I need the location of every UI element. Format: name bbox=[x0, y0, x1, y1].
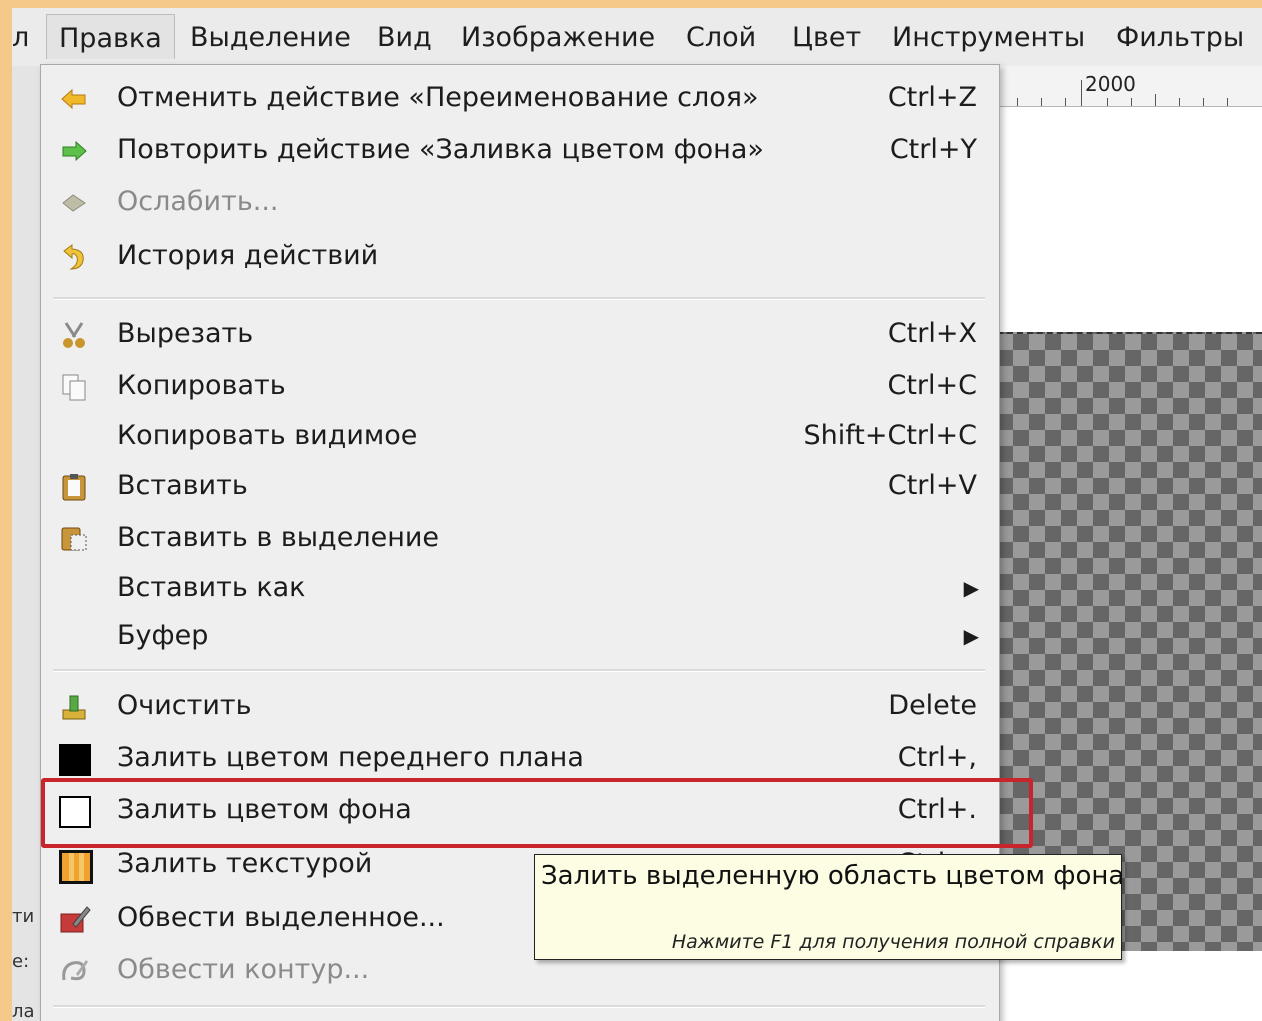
ruler-label: 2000 bbox=[1085, 72, 1136, 96]
panel-label-fragment: е: bbox=[12, 951, 30, 972]
menu-item-cut[interactable]: Вырезать Ctrl+X bbox=[41, 309, 999, 359]
canvas-area[interactable] bbox=[997, 107, 1262, 332]
menu-file-fragment[interactable]: л bbox=[12, 18, 41, 58]
submenu-arrow-icon: ▶ bbox=[963, 576, 979, 600]
menu-item-fill-fg[interactable]: Залить цветом переднего плана Ctrl+, bbox=[41, 733, 999, 783]
menu-item-shortcut: Ctrl+Y bbox=[889, 134, 977, 165]
menubar: л Правка Выделение Вид Изображение Слой … bbox=[12, 8, 1262, 67]
menu-item-label: Вставить как bbox=[117, 572, 306, 603]
menu-item-history[interactable]: История действий bbox=[41, 231, 999, 281]
stroke-selection-icon bbox=[59, 904, 91, 934]
menu-item-label: Ослабить... bbox=[117, 186, 279, 217]
menu-image[interactable]: Изображение bbox=[449, 18, 667, 58]
menu-item-shortcut: Ctrl+Z bbox=[887, 82, 977, 113]
menu-item-label: Залить цветом переднего плана bbox=[117, 742, 584, 773]
tooltip: Залить выделенную область цветом фона На… bbox=[534, 854, 1125, 960]
menu-layer[interactable]: Слой bbox=[674, 18, 768, 58]
app-window: л Правка Выделение Вид Изображение Слой … bbox=[12, 8, 1262, 1021]
menu-view[interactable]: Вид bbox=[365, 18, 444, 58]
stroke-path-icon bbox=[59, 956, 89, 986]
highlight-annotation-box bbox=[41, 778, 1033, 848]
tooltip-hint: Нажмите F1 для получения полной справки bbox=[671, 931, 1115, 953]
menu-item-shortcut: Ctrl+, bbox=[897, 742, 977, 773]
menu-item-label: Повторить действие «Заливка цветом фона» bbox=[117, 134, 764, 165]
paste-into-icon bbox=[59, 524, 89, 554]
menu-item-fade[interactable]: Ослабить... bbox=[41, 177, 999, 227]
undo-icon bbox=[59, 84, 89, 114]
menu-item-copy-visible[interactable]: Копировать видимое Shift+Ctrl+C bbox=[41, 411, 999, 461]
menu-item-label: Вставить bbox=[117, 470, 248, 501]
tooltip-text: Залить выделенную область цветом фона bbox=[541, 861, 1125, 891]
menu-edit[interactable]: Правка bbox=[46, 14, 175, 59]
horizontal-ruler[interactable]: 2000 bbox=[997, 66, 1262, 107]
panel-label-fragment: ти bbox=[12, 906, 35, 927]
clear-icon bbox=[59, 692, 89, 722]
menu-item-paste-into[interactable]: Вставить в выделение bbox=[41, 513, 999, 563]
menu-item-paste[interactable]: Вставить Ctrl+V bbox=[41, 461, 999, 511]
history-icon bbox=[59, 242, 89, 272]
menu-item-label: История действий bbox=[117, 240, 379, 271]
toolbox-panel: ти е: ла bbox=[12, 66, 43, 1021]
menu-select[interactable]: Выделение bbox=[178, 18, 363, 58]
menu-item-label: Буфер bbox=[117, 620, 209, 651]
menu-item-copy[interactable]: Копировать Ctrl+C bbox=[41, 361, 999, 411]
menu-tools[interactable]: Инструменты bbox=[880, 18, 1097, 58]
menu-item-shortcut: Ctrl+C bbox=[887, 370, 977, 401]
menu-item-undo[interactable]: Отменить действие «Переименование слоя» … bbox=[41, 73, 999, 123]
menu-item-shortcut: Shift+Ctrl+C bbox=[803, 420, 977, 451]
menu-item-label: Очистить bbox=[117, 690, 252, 721]
menu-item-buffer[interactable]: Буфер ▶ bbox=[41, 611, 999, 661]
menu-item-label: Вырезать bbox=[117, 318, 254, 349]
menu-filters[interactable]: Фильтры bbox=[1104, 18, 1256, 58]
menu-item-label: Вставить в выделение bbox=[117, 522, 440, 553]
menu-item-redo[interactable]: Повторить действие «Заливка цветом фона»… bbox=[41, 125, 999, 175]
menu-colors[interactable]: Цвет bbox=[780, 18, 873, 58]
fg-fill-icon bbox=[59, 744, 91, 776]
menu-item-label: Обвести контур... bbox=[117, 954, 370, 985]
menu-item-clear[interactable]: Очистить Delete bbox=[41, 681, 999, 731]
fade-icon bbox=[59, 188, 89, 218]
submenu-arrow-icon: ▶ bbox=[963, 624, 979, 648]
redo-icon bbox=[59, 136, 89, 166]
paste-icon bbox=[59, 472, 89, 502]
menu-item-label: Копировать bbox=[117, 370, 286, 401]
cut-icon bbox=[59, 320, 89, 350]
menu-item-shortcut: Ctrl+V bbox=[887, 470, 977, 501]
menu-item-shortcut: Delete bbox=[888, 690, 977, 721]
menu-item-label: Копировать видимое bbox=[117, 420, 418, 451]
menu-item-label: Обвести выделенное... bbox=[117, 902, 445, 933]
canvas-area-bottom[interactable] bbox=[997, 951, 1262, 1021]
menu-item-shortcut: Ctrl+X bbox=[887, 318, 977, 349]
menu-item-paste-as[interactable]: Вставить как ▶ bbox=[41, 563, 999, 613]
pattern-fill-icon bbox=[59, 850, 93, 884]
copy-icon bbox=[59, 372, 89, 402]
panel-label-fragment: ла bbox=[12, 1001, 35, 1021]
menu-item-label: Отменить действие «Переименование слоя» bbox=[117, 82, 759, 113]
